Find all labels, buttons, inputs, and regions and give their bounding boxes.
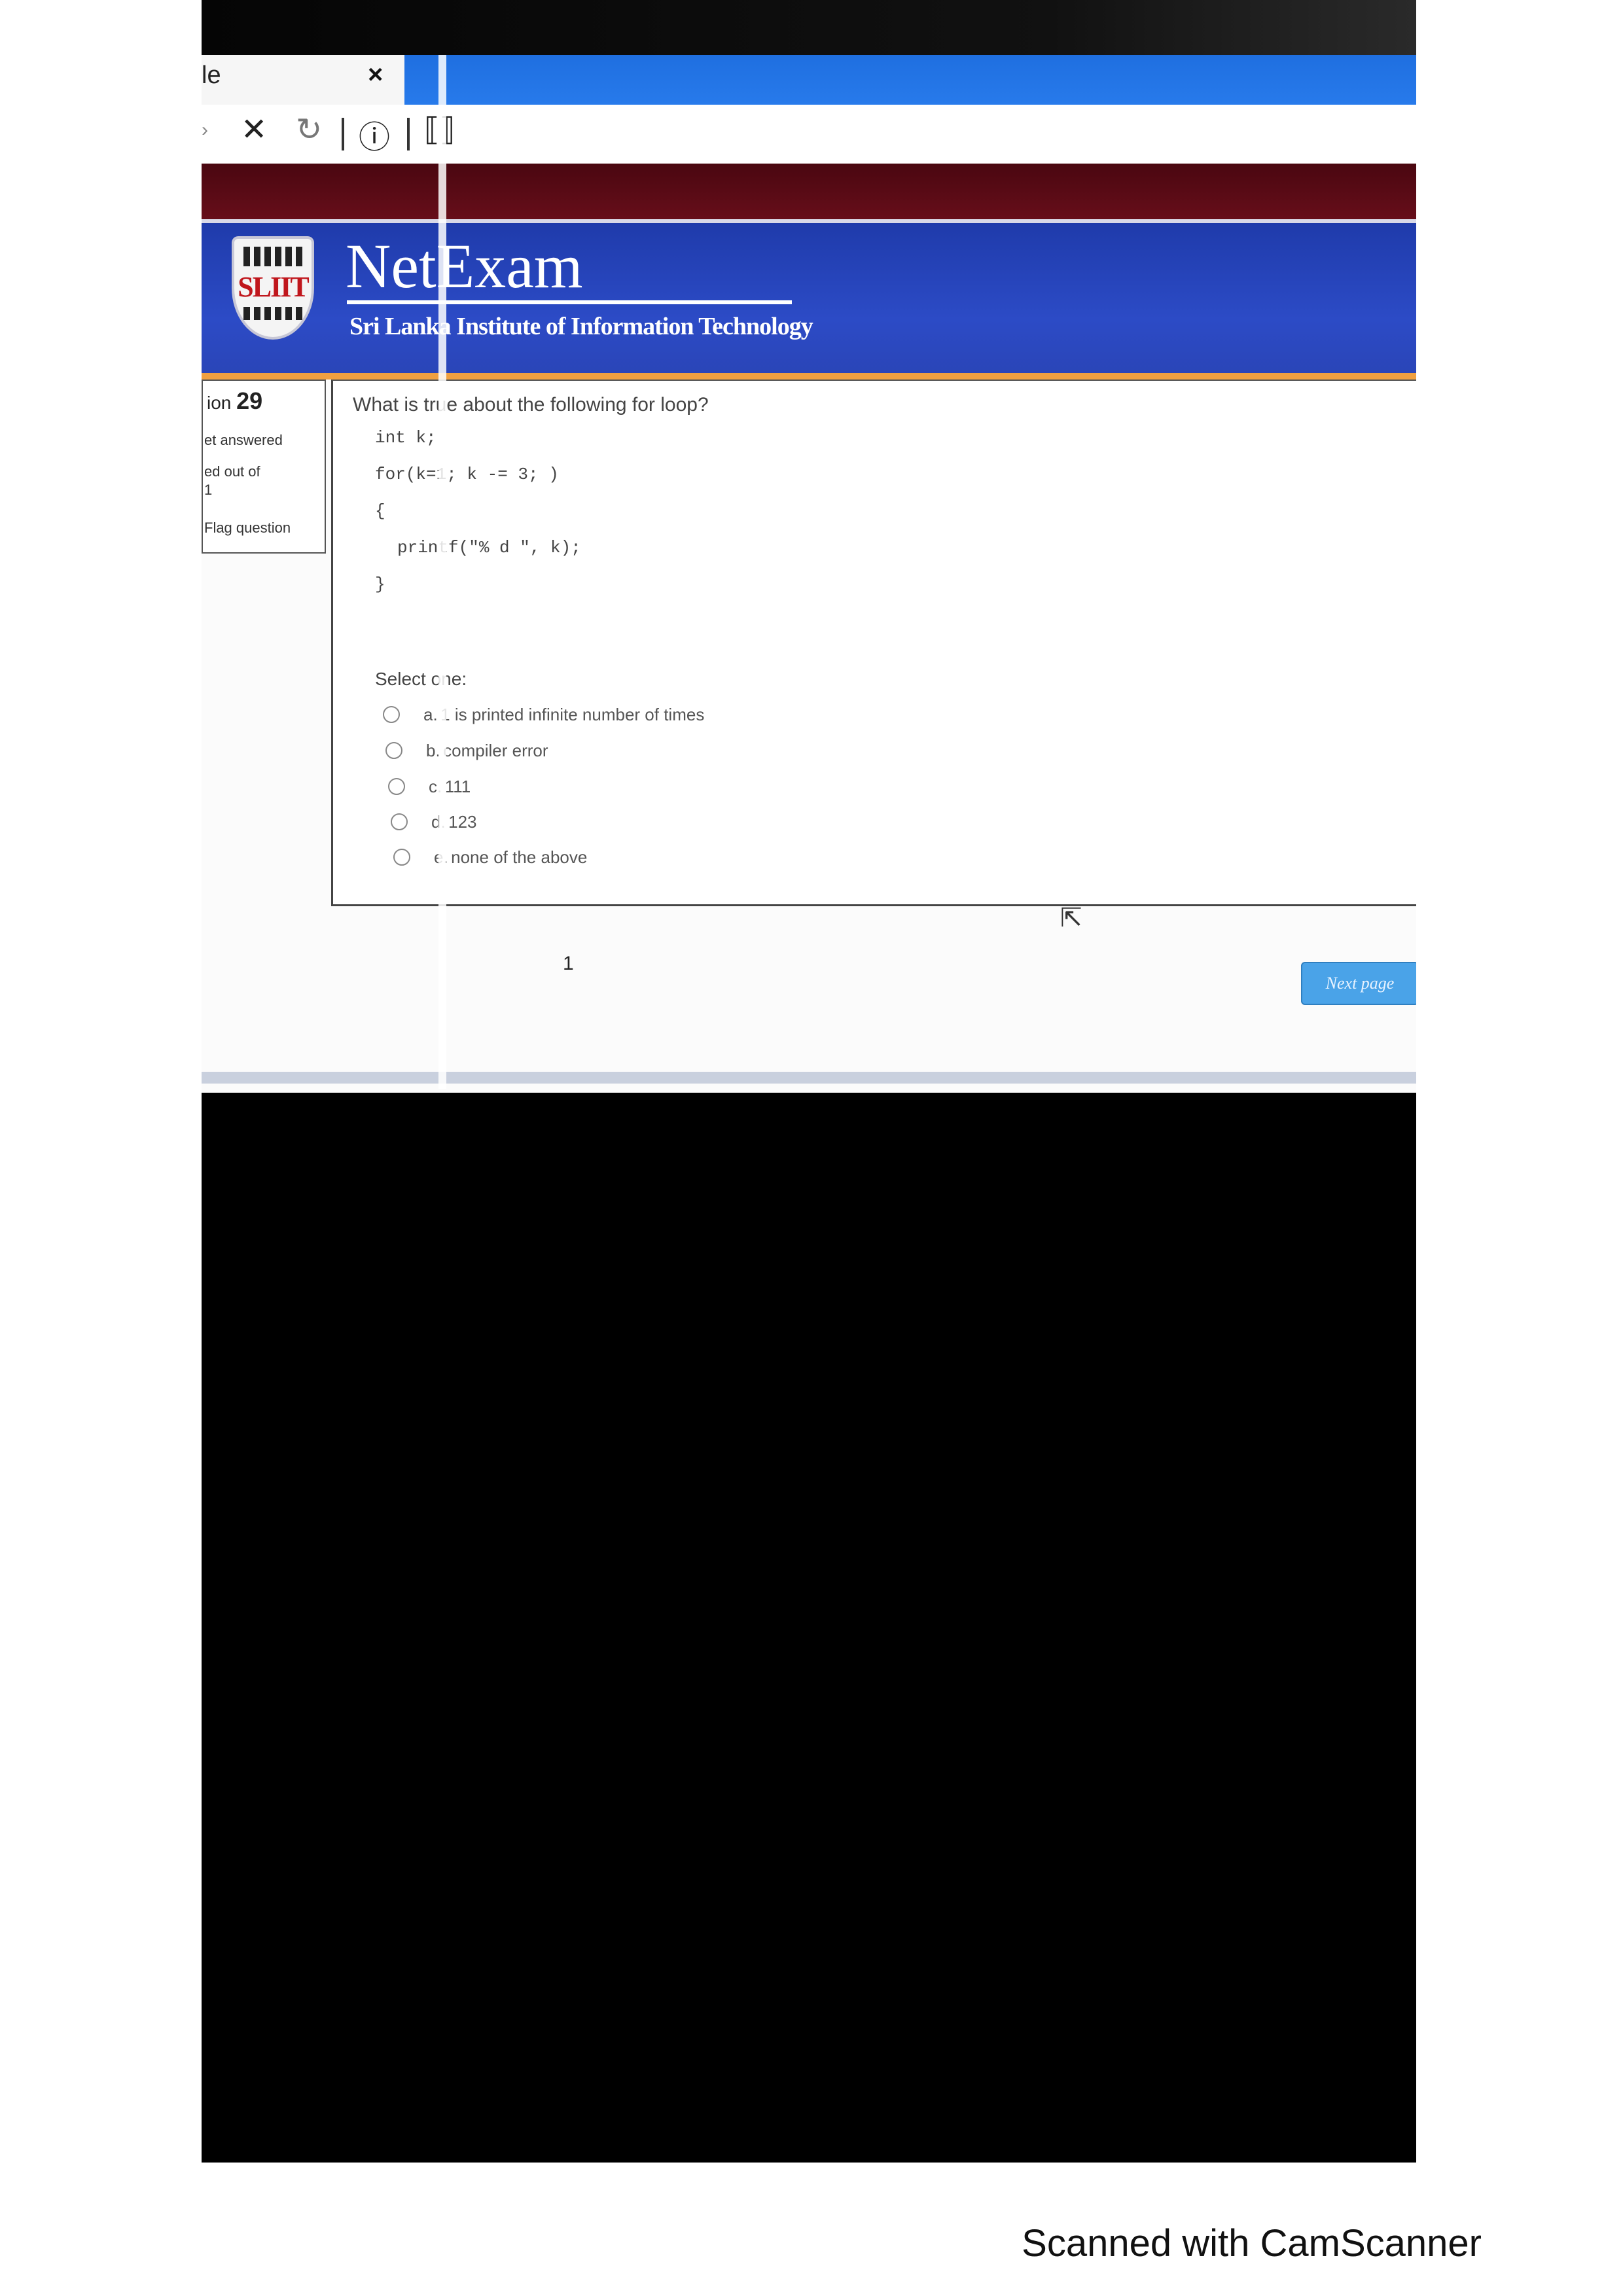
toolbar-separator [407,118,410,150]
forward-icon[interactable]: › [202,119,208,141]
option-letter: a. [423,704,438,724]
crest-pattern [243,247,302,266]
site-title: NetExam [346,231,583,301]
code-line: { [375,501,385,521]
tab-title: le [202,62,221,89]
site-subtitle: Sri Lanka Institute of Information Techn… [349,313,813,340]
option-text: 1 is printed infinite number of times [440,704,705,724]
option-text: compiler error [443,740,548,760]
page-number-text: 1 [563,953,574,974]
option-d[interactable]: d. 123 [391,809,477,835]
option-c[interactable]: c. 111 [388,773,471,800]
reload-icon[interactable]: ↻ [296,111,322,148]
code-line: } [375,574,385,594]
quiz-page: ion 29 et answered ed out of 1 Flag ques… [202,380,1416,1093]
site-header: SLIIT NetExam Sri Lanka Institute of Inf… [202,219,1416,383]
glare-stripe [438,55,446,1089]
question-number: ion 29 [207,387,262,415]
option-text: 111 [444,776,471,796]
page-number: 1 [563,953,574,974]
monitor-bezel [202,0,1416,55]
question-text: What is true about the following for loo… [353,394,709,415]
question-info-box: ion 29 et answered ed out of 1 Flag ques… [202,380,326,554]
mouse-cursor-icon: ⇱ [1060,904,1082,932]
crest-pattern [243,307,302,320]
option-text: none of the above [451,847,588,867]
code-line: int k; [375,428,437,448]
crest-text: SLIIT [238,271,309,303]
radio-button[interactable] [393,849,410,866]
toolbar-separator [342,118,344,150]
close-tab-icon[interactable]: × [368,60,383,90]
header-accent-line [202,373,1416,380]
next-page-button[interactable]: Next page [1301,962,1416,1005]
radio-button[interactable] [383,706,400,723]
question-prefix: ion [207,393,232,413]
screen-bottom-edge [202,1072,1416,1084]
question-box: What is true about the following for loo… [331,380,1416,906]
code-line: for(k=1; k -= 3; ) [375,465,559,484]
answer-status: et answered [204,432,283,448]
option-e[interactable]: e. none of the above [393,844,587,870]
option-b[interactable]: b. compiler error [385,737,548,764]
scan-watermark: Scanned with CamScanner [1022,2222,1482,2265]
radio-button[interactable] [391,813,408,830]
address-bar: › ✕ ↻ ⓘ ⟦⟧ [202,105,1416,164]
code-line: printf("% d ", k); [397,538,581,557]
sliit-crest-logo: SLIIT [234,239,312,337]
flag-question-link[interactable]: Flag question [204,520,291,537]
title-underline [347,300,792,304]
radio-button[interactable] [385,742,402,759]
option-text: 123 [448,811,477,832]
select-one-label: Select one: [375,669,467,689]
browser-tab[interactable]: le × [202,55,404,105]
photo-frame: le × › ✕ ↻ ⓘ ⟦⟧ SLIIT NetExam Sri Lanka … [202,0,1416,2163]
marks-label: ed out of [204,463,260,480]
stop-icon[interactable]: ✕ [241,111,267,148]
info-icon[interactable]: ⓘ [359,111,390,157]
radio-button[interactable] [388,778,405,795]
option-a[interactable]: a. 1 is printed infinite number of times [383,701,704,728]
marks-value: 1 [204,482,213,498]
question-number-value: 29 [236,387,263,414]
